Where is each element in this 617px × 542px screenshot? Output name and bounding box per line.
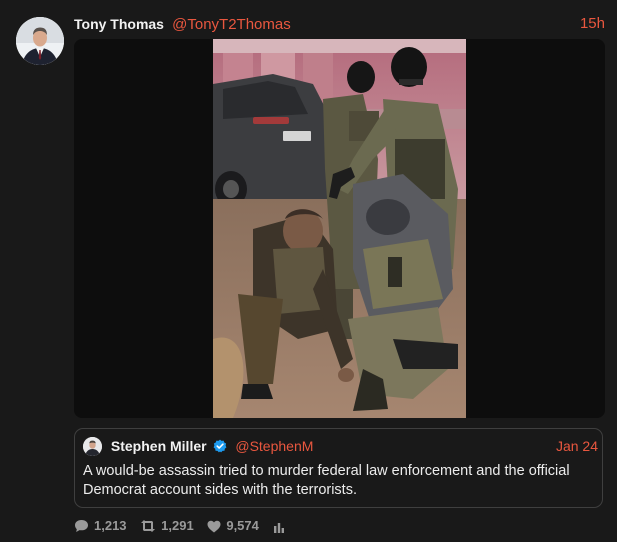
post-header: Tony Thomas @TonyT2Thomas 15h	[74, 14, 605, 34]
like-button[interactable]: 9,574	[207, 517, 259, 535]
like-count: 9,574	[226, 518, 259, 533]
quoted-author-name[interactable]: Stephen Miller	[111, 438, 207, 454]
verified-check-icon	[213, 437, 227, 453]
repost-button[interactable]: 1,291	[140, 517, 194, 535]
post-photo[interactable]	[213, 39, 466, 418]
quoted-post[interactable]: Stephen Miller @StephenM Jan 24 A would-…	[74, 428, 603, 508]
quoted-post-date[interactable]: Jan 24	[556, 435, 598, 457]
quoted-author-avatar-image	[83, 437, 102, 456]
repost-count: 1,291	[161, 518, 194, 533]
action-bar: 1,213 1,291 9,574	[74, 517, 300, 535]
quoted-author-avatar[interactable]	[83, 437, 102, 456]
quoted-author-handle[interactable]: @StephenM	[235, 438, 313, 454]
author-avatar[interactable]	[16, 17, 64, 65]
quoted-post-header: Stephen Miller @StephenM Jan 24	[83, 435, 598, 457]
heart-icon	[207, 520, 221, 533]
reply-count: 1,213	[94, 518, 127, 533]
media-container[interactable]	[74, 39, 605, 418]
reply-button[interactable]: 1,213	[74, 517, 127, 535]
repost-icon	[141, 520, 156, 532]
bar-chart-icon	[273, 523, 284, 533]
author-name[interactable]: Tony Thomas	[74, 16, 164, 32]
post-timestamp[interactable]: 15h	[580, 14, 605, 34]
quoted-post-text: A would-be assassin tried to murder fede…	[83, 463, 570, 498]
speech-bubble-icon	[75, 520, 88, 532]
author-handle[interactable]: @TonyT2Thomas	[172, 16, 291, 33]
analytics-button[interactable]	[273, 517, 290, 535]
photo-illustration	[213, 39, 466, 418]
post-card: Tony Thomas @TonyT2Thomas 15h Stephen Mi…	[0, 0, 617, 542]
author-avatar-image	[16, 17, 64, 65]
